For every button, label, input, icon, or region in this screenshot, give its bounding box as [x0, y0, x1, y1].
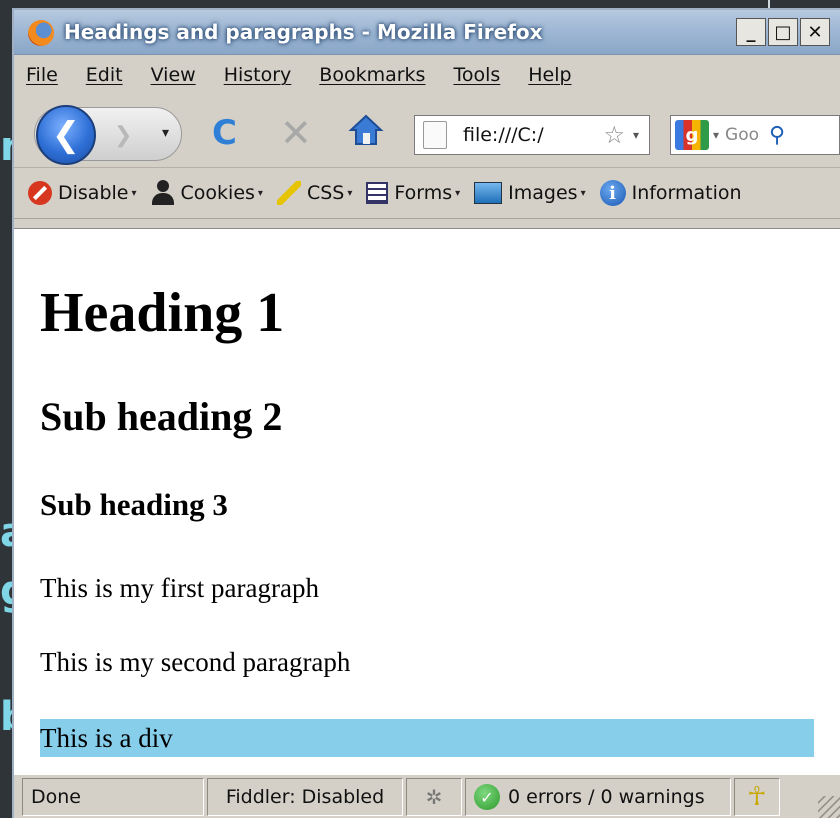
resize-grip-icon[interactable] [818, 796, 840, 818]
forward-button[interactable]: ❯ [114, 123, 132, 148]
history-dropdown-icon[interactable]: ▾ [162, 125, 169, 141]
back-arrow-icon: ❮ [51, 115, 81, 155]
menu-view[interactable]: View [151, 64, 196, 86]
menu-history[interactable]: History [224, 64, 292, 86]
chevron-down-icon: ▾ [455, 187, 461, 199]
google-engine-icon[interactable]: g [675, 120, 709, 150]
web-developer-toolbar: Disable ▾ Cookies ▾ CSS ▾ Forms ▾ Images… [14, 168, 840, 219]
page-content: Heading 1 Sub heading 2 Sub heading 3 Th… [14, 228, 840, 775]
menu-edit[interactable]: Edit [86, 64, 123, 86]
url-dropdown-icon[interactable]: ▾ [633, 128, 639, 142]
validator-status[interactable]: ✓ 0 errors / 0 warnings [465, 778, 731, 816]
menu-tools[interactable]: Tools [453, 64, 500, 86]
search-go-icon[interactable]: ⚲ [769, 123, 785, 148]
forms-label: Forms [394, 182, 453, 204]
information-label: Information [631, 182, 742, 204]
status-text: Done [22, 778, 204, 816]
minimize-button[interactable]: _ [736, 18, 766, 46]
ankh-icon[interactable]: ☥ [734, 778, 780, 816]
disable-menu[interactable]: Disable ▾ [28, 181, 137, 205]
chevron-down-icon: ▾ [131, 187, 137, 199]
bookmark-star-icon[interactable]: ☆ [603, 121, 625, 149]
menu-bookmarks[interactable]: Bookmarks [319, 64, 425, 86]
forms-icon [366, 182, 389, 204]
cookies-menu[interactable]: Cookies ▾ [151, 180, 263, 206]
browser-window: Headings and paragraphs - Mozilla Firefo… [12, 8, 840, 818]
menu-file[interactable]: File [26, 64, 58, 86]
information-icon: i [599, 180, 626, 206]
status-bar: Done Fiddler: Disabled ✲ ✓ 0 errors / 0 … [14, 774, 840, 818]
information-menu[interactable]: i Information [599, 180, 742, 206]
images-menu[interactable]: Images ▾ [474, 182, 586, 204]
images-label: Images [508, 182, 578, 204]
css-label: CSS [306, 182, 345, 204]
title-bar[interactable]: Headings and paragraphs - Mozilla Firefo… [14, 10, 840, 55]
disable-label: Disable [58, 182, 129, 204]
url-bar[interactable]: file:///C:/ ☆ ▾ [414, 115, 650, 155]
stop-button[interactable]: ✕ [280, 111, 312, 155]
window-title: Headings and paragraphs - Mozilla Firefo… [64, 20, 543, 44]
fiddler-status[interactable]: Fiddler: Disabled [207, 778, 403, 816]
disable-icon [28, 181, 52, 205]
cookies-icon [151, 180, 175, 206]
home-icon [348, 114, 384, 145]
menu-help[interactable]: Help [528, 64, 571, 86]
engine-dropdown-icon[interactable]: ▾ [713, 128, 719, 142]
window-controls: _ □ ✕ [736, 18, 830, 46]
navigation-toolbar: ❮ ❯ ▾ C ✕ file:///C:/ ☆ ▾ g ▾ Goo ⚲ [14, 95, 840, 168]
search-input[interactable]: Goo [725, 125, 767, 145]
home-button[interactable] [348, 113, 384, 147]
paragraph-1: This is my first paragraph [40, 573, 319, 603]
paragraph-2: This is my second paragraph [40, 647, 351, 677]
firebug-icon[interactable]: ✲ [406, 778, 462, 816]
errors-warnings-text: 0 errors / 0 warnings [508, 786, 705, 808]
images-icon [474, 182, 503, 204]
close-button[interactable]: ✕ [800, 18, 830, 46]
search-bar[interactable]: g ▾ Goo ⚲ [670, 115, 840, 155]
firefox-logo-icon[interactable] [28, 20, 54, 46]
reload-button[interactable]: C [212, 113, 237, 153]
chevron-down-icon: ▾ [580, 187, 586, 199]
menu-bar: File Edit View History Bookmarks Tools H… [14, 55, 840, 95]
forms-menu[interactable]: Forms ▾ [366, 182, 460, 204]
heading-2: Sub heading 2 [40, 394, 283, 439]
css-icon [276, 181, 301, 205]
back-button[interactable]: ❮ [36, 105, 96, 165]
chevron-down-icon: ▾ [257, 187, 263, 199]
heading-1: Heading 1 [40, 282, 285, 344]
cookies-label: Cookies [180, 182, 255, 204]
chevron-down-icon: ▾ [347, 187, 353, 199]
page-icon [423, 121, 447, 149]
check-ok-icon: ✓ [474, 784, 500, 810]
url-input[interactable]: file:///C:/ [463, 124, 603, 146]
highlighted-div: This is a div [40, 719, 814, 757]
css-menu[interactable]: CSS ▾ [276, 181, 353, 205]
maximize-button[interactable]: □ [768, 18, 798, 46]
heading-3: Sub heading 3 [40, 487, 228, 522]
